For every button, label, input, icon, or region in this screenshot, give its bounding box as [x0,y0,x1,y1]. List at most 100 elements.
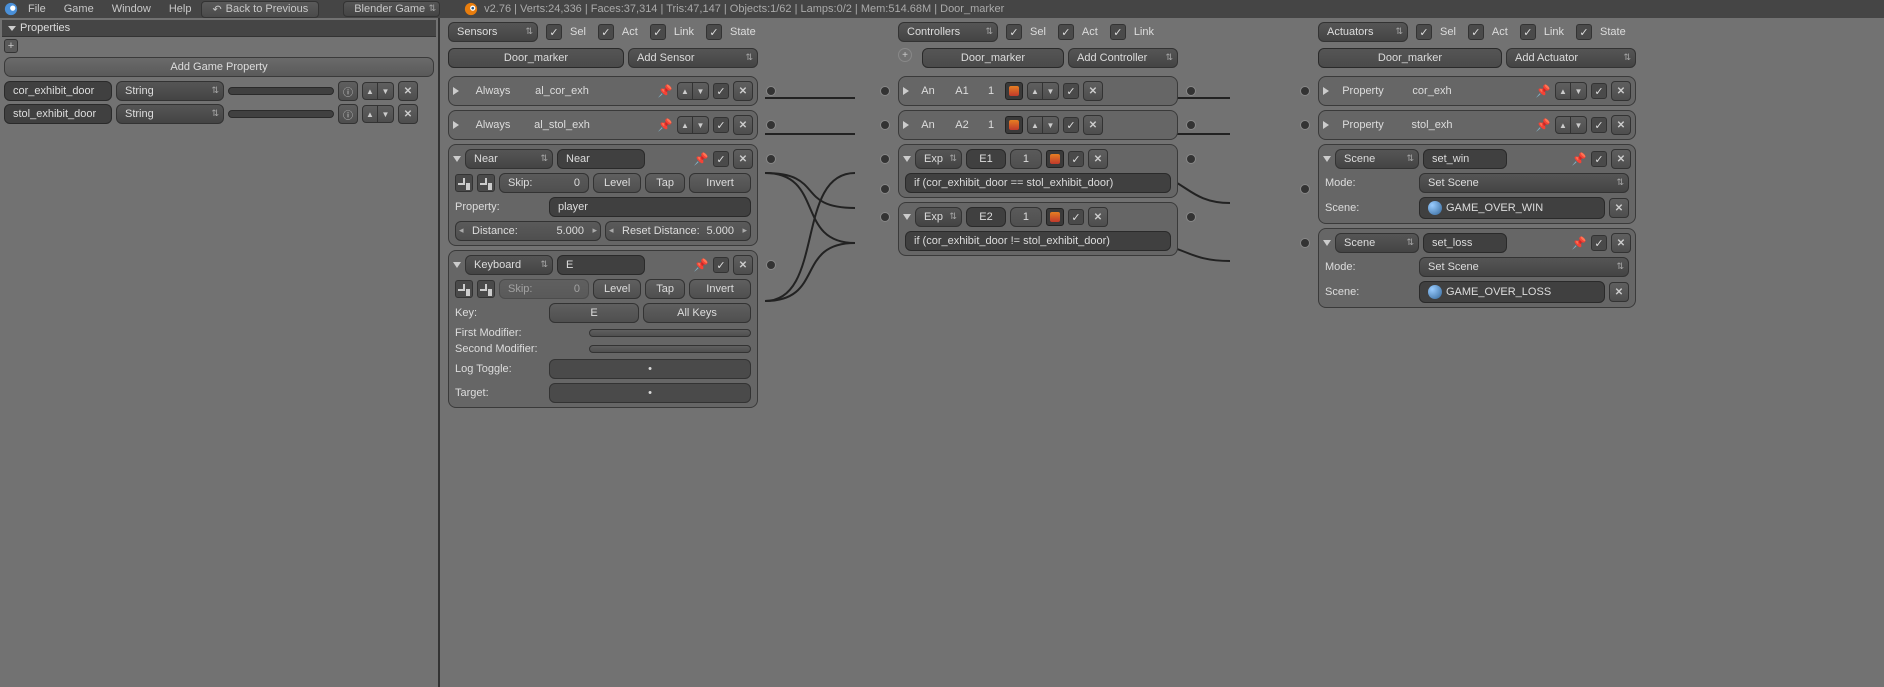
first-modifier-button[interactable] [589,329,751,337]
output-socket[interactable] [766,120,776,130]
mode-select[interactable]: Set Scene [1419,257,1629,277]
output-socket[interactable] [1186,154,1196,164]
delete-button[interactable]: ✕ [1611,233,1631,253]
input-socket[interactable] [880,86,890,96]
level-button[interactable]: Level [593,279,641,299]
all-keys-button[interactable]: All Keys [643,303,751,323]
mode-select[interactable]: Set Scene [1419,173,1629,193]
delete-button[interactable]: ✕ [733,81,753,101]
active-check[interactable] [1591,83,1607,99]
prop-value-input[interactable] [228,110,334,118]
second-modifier-button[interactable] [589,345,751,353]
pin-icon[interactable]: 📌 [657,117,673,133]
sensors-dropdown[interactable]: Sensors [448,22,538,42]
state-icon[interactable] [1046,208,1064,226]
controllers-dropdown[interactable]: Controllers [898,22,998,42]
collapse-icon[interactable] [903,214,911,220]
log-toggle-field[interactable]: • [549,359,751,379]
pulse-true-icon[interactable] [455,174,473,192]
pulse-true-icon[interactable] [455,280,473,298]
filter-act-check[interactable] [598,24,614,40]
info-icon[interactable]: ⓘ [338,81,358,101]
input-socket[interactable] [880,120,890,130]
reorder-buttons[interactable]: ▲▼ [677,116,709,134]
output-socket[interactable] [1186,86,1196,96]
expand-icon[interactable] [903,87,909,95]
state-icon[interactable] [1046,150,1064,168]
prop-name-input[interactable]: cor_exhibit_door [4,81,112,101]
state-icon[interactable] [1005,82,1023,100]
active-check[interactable] [1063,83,1079,99]
target-field[interactable]: • [549,383,751,403]
collapse-icon[interactable] [903,156,911,162]
prop-name-input[interactable]: stol_exhibit_door [4,104,112,124]
invert-button[interactable]: Invert [689,279,751,299]
state-icon[interactable] [1005,116,1023,134]
back-to-previous-button[interactable]: ↶ Back to Previous [201,1,319,18]
pin-icon[interactable]: 📌 [657,83,673,99]
clear-scene-button[interactable]: ✕ [1609,198,1629,218]
tap-button[interactable]: Tap [645,279,685,299]
filter-act-check[interactable] [1468,24,1484,40]
sensor-name-input[interactable]: E [557,255,645,275]
input-socket[interactable] [1300,120,1310,130]
active-check[interactable] [713,117,729,133]
level-button[interactable]: Level [593,173,641,193]
delete-button[interactable]: ✕ [1083,115,1103,135]
input-socket[interactable] [880,212,890,222]
controller-name-input[interactable]: E1 [966,149,1006,169]
filter-state-check[interactable] [706,24,722,40]
collapse-icon[interactable] [453,262,461,268]
engine-select[interactable]: Blender Game [343,1,440,17]
property-input[interactable]: player [549,197,751,217]
clear-scene-button[interactable]: ✕ [1609,282,1629,302]
scene-select[interactable]: GAME_OVER_LOSS [1419,281,1605,303]
controller-state-input[interactable]: 1 [1010,207,1042,227]
delete-button[interactable]: ✕ [1088,149,1108,169]
add-panel-button[interactable]: + [4,39,18,53]
expression-input[interactable]: if (cor_exhibit_door == stol_exhibit_doo… [905,173,1171,193]
menu-help[interactable]: Help [161,1,200,17]
delete-button[interactable]: ✕ [1083,81,1103,101]
state-expand-icon[interactable]: + [898,48,912,62]
active-check[interactable] [713,83,729,99]
prop-value-input[interactable] [228,87,334,95]
filter-sel-check[interactable] [1416,24,1432,40]
input-socket[interactable] [1300,184,1310,194]
collapse-icon[interactable] [1323,156,1331,162]
output-socket[interactable] [766,86,776,96]
output-socket[interactable] [1186,120,1196,130]
active-check[interactable] [1591,151,1607,167]
pin-icon[interactable]: 📌 [1535,117,1551,133]
active-check[interactable] [1063,117,1079,133]
sensor-type-select[interactable]: Near [465,149,553,169]
output-socket[interactable] [766,154,776,164]
distance-input[interactable]: ◂Distance:5.000▸ [455,221,601,241]
delete-button[interactable]: ✕ [1088,207,1108,227]
delete-button[interactable]: ✕ [1611,115,1631,135]
controller-state-input[interactable]: 1 [1010,149,1042,169]
add-controller-button[interactable]: Add Controller [1068,48,1178,68]
input-socket[interactable] [1300,86,1310,96]
reorder-buttons[interactable]: ▲▼ [677,82,709,100]
output-socket[interactable] [766,260,776,270]
filter-sel-check[interactable] [1006,24,1022,40]
invert-button[interactable]: Invert [689,173,751,193]
output-socket[interactable] [1186,212,1196,222]
add-actuator-button[interactable]: Add Actuator [1506,48,1636,68]
pin-icon[interactable]: 📌 [1571,151,1587,167]
active-check[interactable] [1591,117,1607,133]
delete-button[interactable]: ✕ [733,255,753,275]
delete-button[interactable]: ✕ [733,115,753,135]
pin-icon[interactable]: 📌 [1571,235,1587,251]
actuator-name-input[interactable]: set_win [1423,149,1507,169]
expression-input[interactable]: if (cor_exhibit_door != stol_exhibit_doo… [905,231,1171,251]
active-check[interactable] [713,257,729,273]
expand-icon[interactable] [453,87,459,95]
filter-sel-check[interactable] [546,24,562,40]
reorder-buttons[interactable]: ▲▼ [1027,116,1059,134]
controller-type-select[interactable]: Exp [915,207,962,227]
prop-delete-button[interactable]: ✕ [398,104,418,124]
pin-icon[interactable]: 📌 [1535,83,1551,99]
actuator-name-input[interactable]: set_loss [1423,233,1507,253]
